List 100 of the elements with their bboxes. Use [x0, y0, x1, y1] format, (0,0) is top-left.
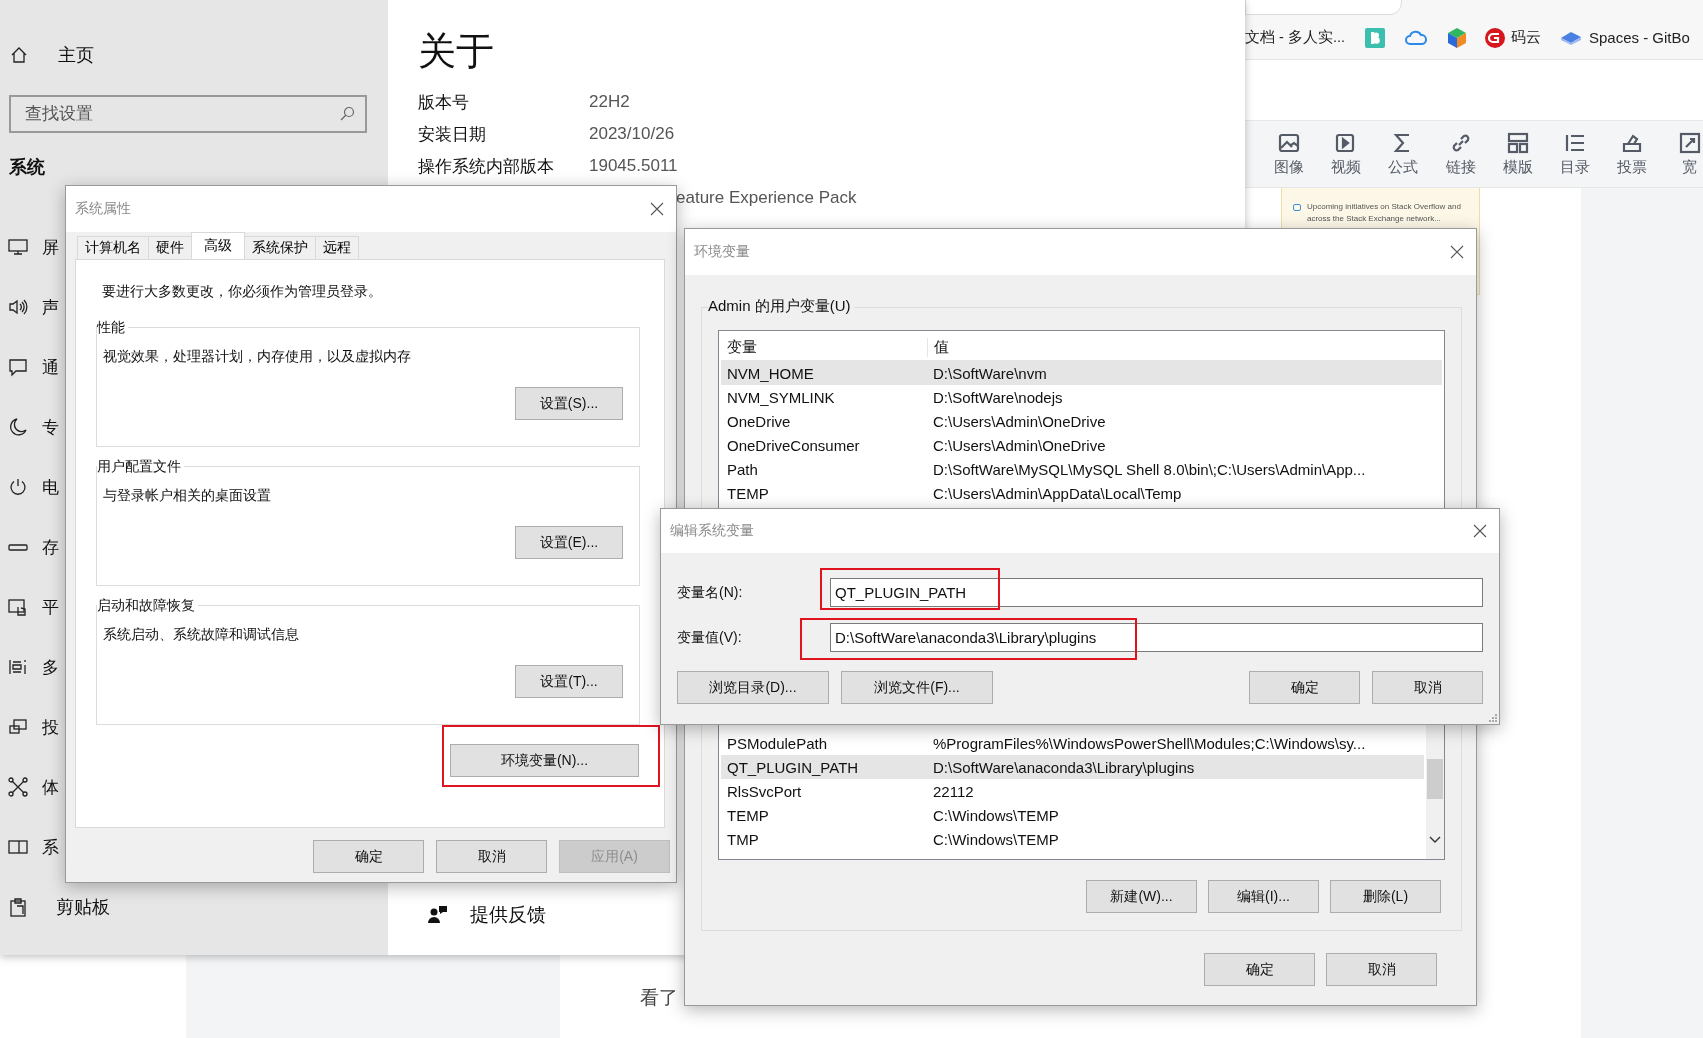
- article-text: 看了: [640, 986, 678, 1010]
- panel-icon: [8, 837, 28, 857]
- dialog-button[interactable]: 新建(W)...: [1086, 880, 1197, 913]
- table-row[interactable]: QT_PLUGIN_PATH D:\SoftWare\anaconda3\Library\plugins: [721, 755, 1424, 779]
- tab[interactable]: 计算机名: [77, 236, 149, 259]
- toolbar-button[interactable]: 视频: [1317, 131, 1375, 177]
- toolbar-button[interactable]: 目录: [1546, 131, 1604, 177]
- bookmark-link[interactable]: 码云: [1485, 27, 1541, 48]
- variable-value: D:\SoftWare\nvm: [932, 364, 1048, 382]
- column-header[interactable]: 值: [928, 338, 1442, 357]
- variable-name: OneDrive: [726, 412, 792, 430]
- input-field[interactable]: D:\SoftWare\anaconda3\Library\plugins: [830, 623, 1483, 652]
- settings-button[interactable]: 设置(S)...: [515, 387, 623, 420]
- table-row[interactable]: RlsSvcPort 22112: [721, 779, 1424, 803]
- browse-button[interactable]: 浏览文件(F)...: [841, 671, 993, 704]
- cube-icon[interactable]: [1447, 26, 1467, 49]
- group-title: Admin 的用户变量(U): [708, 297, 854, 316]
- dialog-button[interactable]: 确定: [1249, 671, 1360, 704]
- expand-icon: [1678, 131, 1701, 154]
- table-row[interactable]: TEMP C:\Windows\TEMP: [721, 803, 1424, 827]
- variable-value: C:\Users\Admin\OneDrive: [932, 436, 1107, 454]
- window-title: 系统属性: [75, 200, 131, 218]
- nav-item[interactable]: 平: [0, 577, 59, 637]
- variable-value: C:\Windows\TEMP: [932, 830, 1060, 848]
- toolbar-button[interactable]: 宽: [1661, 131, 1703, 177]
- search-field[interactable]: 查找设置: [9, 95, 367, 133]
- nav-item[interactable]: 投: [0, 697, 59, 757]
- table-row[interactable]: OneDriveConsumer C:\Users\Admin\OneDrive: [721, 433, 1442, 457]
- group-description: 与登录帐户相关的桌面设置: [102, 486, 272, 505]
- tab[interactable]: 高级: [191, 232, 245, 259]
- resize-grip-icon[interactable]: [1487, 712, 1497, 722]
- spec-value: 2023/10/26: [589, 124, 675, 144]
- table-row[interactable]: PSModulePath %ProgramFiles%\WindowsPowerShell\Modules;C:\Windows\sy...: [721, 731, 1424, 755]
- variable-name: NVM_SYMLINK: [726, 388, 836, 406]
- nav-item[interactable]: 存: [0, 517, 59, 577]
- variable-value: C:\Windows\TEMP: [932, 806, 1060, 824]
- environment-variables-button[interactable]: 环境变量(N)...: [450, 744, 639, 777]
- cloud-icon[interactable]: [1405, 29, 1427, 46]
- nav-item[interactable]: 专: [0, 397, 59, 457]
- column-header[interactable]: 变量: [721, 338, 928, 357]
- dialog-button[interactable]: 编辑(I)...: [1208, 880, 1319, 913]
- nav-item[interactable]: 多: [0, 637, 59, 697]
- toolbar-button[interactable]: 模版: [1489, 131, 1547, 177]
- input-field[interactable]: QT_PLUGIN_PATH: [830, 578, 1483, 607]
- variable-value: C:\Users\Admin\OneDrive: [932, 412, 1107, 430]
- settings-button[interactable]: 设置(T)...: [515, 665, 623, 698]
- variable-name: TMP: [726, 830, 760, 848]
- variable-name: OneDriveConsumer: [726, 436, 861, 454]
- close-icon[interactable]: [650, 202, 664, 216]
- nav-item[interactable]: 主页: [0, 35, 94, 75]
- spec-value: 19045.5011: [589, 156, 678, 176]
- nav-item[interactable]: 通: [0, 337, 59, 397]
- scroll-down-icon[interactable]: [1429, 836, 1441, 844]
- group-title: 用户配置文件: [97, 458, 184, 476]
- search-icon: [339, 106, 355, 122]
- nav-item[interactable]: 剪贴板: [0, 877, 110, 937]
- variable-value: 22112: [932, 782, 975, 800]
- nav-item[interactable]: 屏: [0, 217, 59, 277]
- network-icon: [8, 777, 28, 797]
- feedback-link[interactable]: 提供反馈: [418, 902, 546, 928]
- dialog-button[interactable]: 删除(L): [1330, 880, 1441, 913]
- field-label: 变量名(N):: [677, 583, 744, 602]
- spec-label: 操作系统内部版本: [418, 155, 555, 178]
- toolbar-button[interactable]: 投票: [1603, 131, 1662, 177]
- variable-name: TEMP: [726, 806, 770, 824]
- settings-button[interactable]: 设置(E)...: [515, 526, 623, 559]
- table-row[interactable]: NVM_HOME D:\SoftWare\nvm: [721, 361, 1442, 385]
- bookmark-link[interactable]: 文档 - 多人实...: [1245, 28, 1345, 47]
- dialog-button[interactable]: 取消: [436, 840, 547, 873]
- dialog-button[interactable]: 确定: [1204, 953, 1315, 986]
- page-title: 关于: [418, 29, 495, 74]
- feedback-icon: [428, 905, 448, 925]
- table-row[interactable]: TEMP C:\Users\Admin\AppData\Local\Temp: [721, 481, 1442, 505]
- spec-label: 安装日期: [418, 123, 487, 146]
- nav-item[interactable]: 体: [0, 757, 59, 817]
- nav-item[interactable]: 声: [0, 277, 59, 337]
- dialog-button[interactable]: 取消: [1372, 671, 1483, 704]
- table-row[interactable]: TMP C:\Windows\TEMP: [721, 827, 1424, 851]
- section-heading: 系统: [9, 156, 45, 179]
- table-row[interactable]: Path D:\SoftWare\MySQL\MySQL Shell 8.0\bin\;C:\Users\Admin\App...: [721, 457, 1442, 481]
- dialog-button[interactable]: 确定: [313, 840, 424, 873]
- spec-label: 版本号: [418, 91, 470, 114]
- nav-item[interactable]: 电: [0, 457, 59, 517]
- dialog-button[interactable]: 取消: [1326, 953, 1437, 986]
- table-row[interactable]: OneDrive C:\Users\Admin\OneDrive: [721, 409, 1442, 433]
- logo-icon: [1485, 27, 1505, 48]
- close-icon[interactable]: [1473, 524, 1487, 538]
- tablet-icon: [8, 597, 28, 617]
- close-icon[interactable]: [1450, 245, 1464, 259]
- nav-item[interactable]: 系: [0, 817, 59, 877]
- home-icon: [10, 46, 28, 64]
- bookmark-link[interactable]: Spaces - GitBo: [1559, 29, 1690, 46]
- table-row[interactable]: NVM_SYMLINK D:\SoftWare\nodejs: [721, 385, 1442, 409]
- browse-button[interactable]: 浏览目录(D)...: [677, 671, 829, 704]
- toolbar-button[interactable]: 公式: [1374, 131, 1432, 177]
- tab[interactable]: 远程: [315, 236, 359, 259]
- video-icon: [1334, 131, 1357, 154]
- toolbar-button[interactable]: 图像: [1260, 131, 1318, 177]
- toolbar-button[interactable]: 链接: [1431, 131, 1490, 177]
- monitor-icon: [8, 237, 28, 257]
